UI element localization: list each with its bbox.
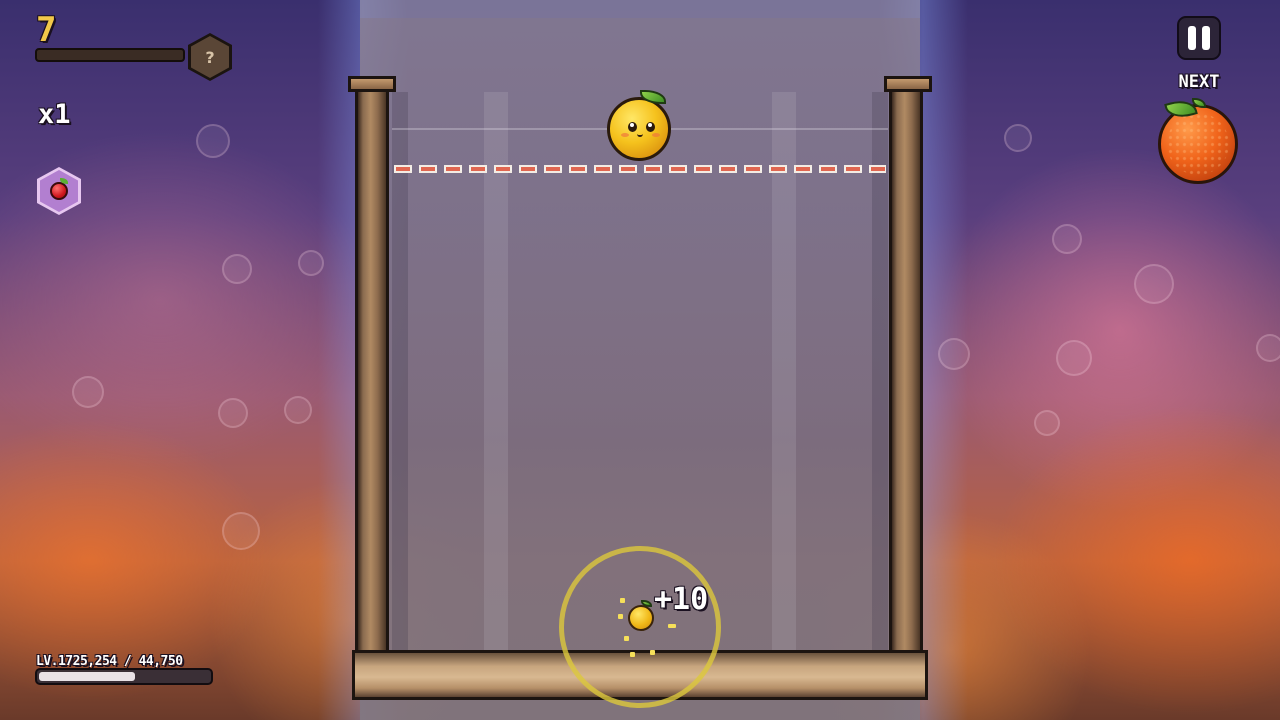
bokeh bbox=[1056, 340, 1092, 376]
apple-icon bbox=[50, 178, 68, 200]
right-wall-cap bbox=[884, 76, 932, 92]
mystery-reward-badge[interactable]: ? bbox=[188, 33, 232, 81]
current-fruit-lemon[interactable] bbox=[607, 97, 671, 161]
pause-button[interactable] bbox=[1177, 16, 1221, 60]
left-wall-cap bbox=[348, 76, 396, 92]
bokeh bbox=[1134, 264, 1174, 304]
bokeh bbox=[1256, 334, 1280, 362]
combo-multiplier: x1 bbox=[38, 99, 71, 130]
question-mark-icon: ? bbox=[191, 36, 229, 78]
level-progress-bar bbox=[35, 668, 213, 685]
glass-highlight-right bbox=[772, 92, 796, 652]
next-fruit-orange bbox=[1158, 104, 1238, 184]
right-wall bbox=[889, 80, 923, 700]
powerup-button[interactable] bbox=[37, 167, 81, 215]
pause-icon bbox=[1202, 26, 1210, 50]
level-xp: 25,254 / 44,750 bbox=[72, 654, 183, 669]
bokeh bbox=[1052, 224, 1082, 254]
fruit-blush bbox=[652, 133, 660, 137]
bokeh bbox=[222, 512, 260, 550]
fruit-eye bbox=[646, 122, 655, 132]
spark bbox=[618, 614, 623, 619]
danger-line bbox=[394, 165, 886, 173]
spark bbox=[620, 598, 625, 603]
fruit-eye bbox=[628, 122, 637, 132]
left-wall bbox=[355, 80, 389, 700]
bokeh bbox=[284, 396, 312, 424]
powerup-badge bbox=[40, 170, 78, 212]
bokeh bbox=[72, 376, 104, 408]
score-value: 7 bbox=[36, 10, 57, 50]
bokeh bbox=[298, 250, 324, 276]
level-info: LV.1725,254 / 44,750 bbox=[36, 654, 183, 669]
spark bbox=[668, 624, 676, 628]
bokeh bbox=[1004, 124, 1032, 152]
fruit-mouth bbox=[637, 132, 643, 137]
score-progress-bar bbox=[35, 48, 185, 62]
bokeh bbox=[222, 254, 252, 284]
apple-leaf-icon bbox=[60, 178, 68, 184]
glass-highlight-left bbox=[484, 92, 508, 652]
fruit-blush bbox=[621, 133, 629, 137]
bokeh bbox=[196, 124, 230, 158]
inner-shadow-right bbox=[872, 92, 888, 652]
spark bbox=[650, 650, 655, 655]
bokeh bbox=[938, 338, 970, 370]
merged-fruit-lemon bbox=[628, 605, 654, 631]
spark bbox=[624, 636, 629, 641]
bokeh bbox=[218, 398, 248, 428]
next-label: NEXT bbox=[1178, 72, 1220, 92]
bokeh bbox=[1034, 410, 1060, 436]
pause-icon bbox=[1188, 26, 1196, 50]
spark bbox=[630, 652, 635, 657]
level-label: LV.17 bbox=[36, 654, 73, 669]
level-progress-fill bbox=[39, 672, 135, 681]
points-popup: +10 bbox=[654, 582, 709, 617]
inner-shadow-left bbox=[392, 92, 408, 652]
board-top-glass bbox=[360, 0, 920, 18]
